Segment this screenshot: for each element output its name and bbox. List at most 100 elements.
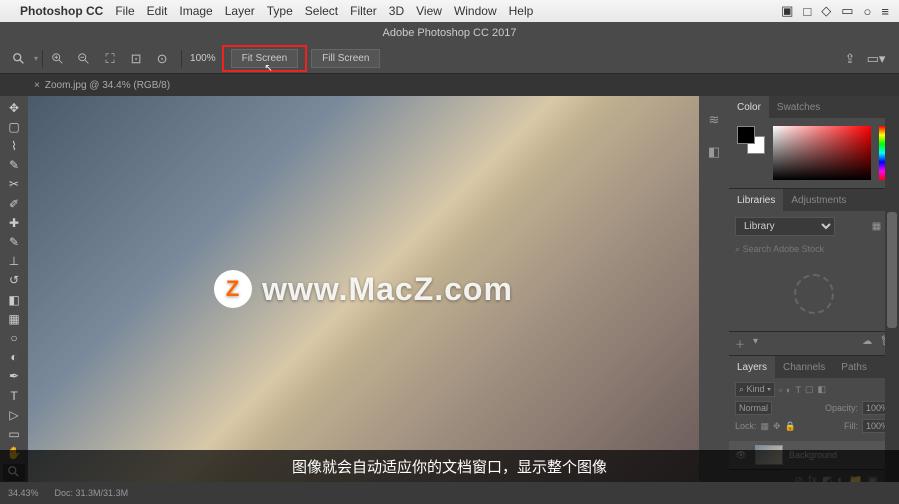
menu-filter[interactable]: Filter [350,4,377,18]
menu-edit[interactable]: Edit [147,4,168,18]
blur-tool[interactable]: ○ [3,329,25,346]
crop-tool[interactable]: ✂ [3,176,25,193]
zoom-all-icon[interactable]: ⊡ [125,49,147,69]
healing-tool[interactable]: ✚ [3,214,25,231]
title-text: Adobe Photoshop CC 2017 [383,27,517,39]
cursor-icon: ↖ [264,63,272,74]
resize-windows-icon[interactable]: ⛶ [99,49,121,69]
filter-shape-icon[interactable]: ▢ [805,384,814,395]
menu-file[interactable]: File [115,4,134,18]
dodge-tool[interactable]: ◐ [3,349,25,366]
status-zoom[interactable]: 34.43% [8,488,39,498]
library-drop-target[interactable] [735,269,893,319]
menu-layer[interactable]: Layer [225,4,255,18]
zoom-in-icon[interactable] [47,49,69,69]
tab-color[interactable]: Color [729,96,769,118]
menu-select[interactable]: Select [305,4,338,18]
canvas[interactable]: Z www.MacZ.com [28,96,699,482]
fill-label: Fill: [844,421,858,431]
tab-libraries[interactable]: Libraries [729,189,783,211]
grid-view-icon[interactable]: ▦ [872,221,881,232]
window-title: Adobe Photoshop CC 2017 [0,22,899,44]
workspace-icon[interactable]: ▭▾ [865,49,887,69]
properties-panel-icon[interactable]: ◧ [703,141,725,163]
add-content-icon[interactable]: ＋ [735,336,745,351]
eraser-tool[interactable]: ◧ [3,291,25,308]
document-tab-bar: × Zoom.jpg @ 34.4% (RGB/8) [0,74,899,96]
tab-swatches[interactable]: Swatches [769,96,828,118]
lock-all-icon[interactable]: 🔒 [785,421,796,432]
menu-3d[interactable]: 3D [389,4,404,18]
status-bar: 34.43% Doc: 31.3M/31.3M [0,482,899,504]
options-bar: ▾ ⛶ ⊡ ⊙ 100% Fit Screen ↖ Fill Screen ⇪ … [0,44,899,74]
fit-screen-highlight: Fit Screen ↖ [222,45,308,72]
filter-type-icon[interactable]: T [795,385,801,395]
filter-pixel-icon[interactable]: ▫ [779,385,782,395]
fill-screen-button[interactable]: Fill Screen [311,49,380,68]
blend-mode-select[interactable]: Normal [735,401,772,415]
close-tab-icon[interactable]: × [34,80,40,91]
wifi-icon[interactable]: ◇ [821,3,831,19]
menu-extra-icon[interactable]: ≡ [881,4,889,19]
library-select[interactable]: Library [735,217,835,236]
add-graphic-icon[interactable]: ▾ [753,336,758,351]
marquee-tool[interactable]: ▢ [3,118,25,135]
search-stock-placeholder[interactable]: Search Adobe Stock [743,244,825,254]
zoom-tool-icon[interactable] [8,49,30,69]
lock-position-icon[interactable]: ✥ [773,421,781,432]
panel-scrollbar[interactable] [885,96,899,482]
watermark: Z www.MacZ.com [214,270,513,308]
menu-view[interactable]: View [416,4,442,18]
subtitle-caption: 图像就会自动适应你的文档窗口，显示整个图像 [0,450,899,482]
lock-pixels-icon[interactable]: ▦ [761,421,770,432]
cast-icon[interactable]: □ [803,4,811,19]
stamp-tool[interactable]: ⊥ [3,253,25,270]
filter-adjust-icon[interactable]: ◐ [786,385,791,395]
document-tab[interactable]: × Zoom.jpg @ 34.4% (RGB/8) [28,78,176,93]
tab-channels[interactable]: Channels [775,356,833,378]
search-icon[interactable]: ○ [864,4,872,19]
panel-dock: Color Swatches ≡ Libraries Adjustments ≡ [729,96,899,482]
type-tool[interactable]: T [3,387,25,404]
history-brush-tool[interactable]: ↺ [3,272,25,289]
history-panel-icon[interactable]: ≋ [703,109,725,131]
document-tab-label: Zoom.jpg @ 34.4% (RGB/8) [45,80,170,91]
share-icon[interactable]: ⇪ [839,49,861,69]
subtitle-text: 图像就会自动适应你的文档窗口，显示整个图像 [292,456,607,477]
tab-adjustments[interactable]: Adjustments [783,189,854,211]
tools-panel: ✥ ▢ ⌇ ✎ ✂ ✐ ✚ ✎ ⊥ ↺ ◧ ▦ ○ ◐ ✒ T ▷ ▭ ✋ [0,96,28,482]
zoom-100-button[interactable]: 100% [190,53,216,64]
tab-layers[interactable]: Layers [729,356,775,378]
screen-icon[interactable]: ▣ [781,3,793,19]
shape-tool[interactable]: ▭ [3,425,25,442]
workspace: ✥ ▢ ⌇ ✎ ✂ ✐ ✚ ✎ ⊥ ↺ ◧ ▦ ○ ◐ ✒ T ▷ ▭ ✋ Z … [0,96,899,482]
color-spectrum[interactable] [773,126,871,180]
opacity-label: Opacity: [825,403,858,413]
scrubby-zoom-icon[interactable]: ⊙ [151,49,173,69]
move-tool[interactable]: ✥ [3,99,25,116]
gradient-tool[interactable]: ▦ [3,310,25,327]
filter-smart-icon[interactable]: ◧ [818,384,827,395]
zoom-out-icon[interactable] [73,49,95,69]
menu-help[interactable]: Help [509,4,534,18]
path-tool[interactable]: ▷ [3,406,25,423]
libraries-panel: Libraries Adjustments ≡ Library ▦ ≡ ⌕ Se… [729,189,899,356]
layer-filter-kind[interactable]: ⌕ Kind ▾ [735,382,775,397]
menu-type[interactable]: Type [267,4,293,18]
menu-image[interactable]: Image [179,4,212,18]
brush-tool[interactable]: ✎ [3,233,25,250]
pen-tool[interactable]: ✒ [3,368,25,385]
eyedropper-tool[interactable]: ✐ [3,195,25,212]
cloud-icon[interactable]: ☁ [862,336,872,351]
foreground-background-swatch[interactable] [737,126,765,154]
battery-icon[interactable]: ▭ [841,3,853,19]
color-panel: Color Swatches ≡ [729,96,899,189]
menu-window[interactable]: Window [454,4,497,18]
lasso-tool[interactable]: ⌇ [3,137,25,154]
z-badge-icon: Z [214,270,252,308]
quick-select-tool[interactable]: ✎ [3,157,25,174]
tab-paths[interactable]: Paths [833,356,875,378]
collapsed-panels: ≋ ◧ [699,96,729,482]
app-name[interactable]: Photoshop CC [20,4,103,18]
status-doc[interactable]: Doc: 31.3M/31.3M [55,488,129,498]
